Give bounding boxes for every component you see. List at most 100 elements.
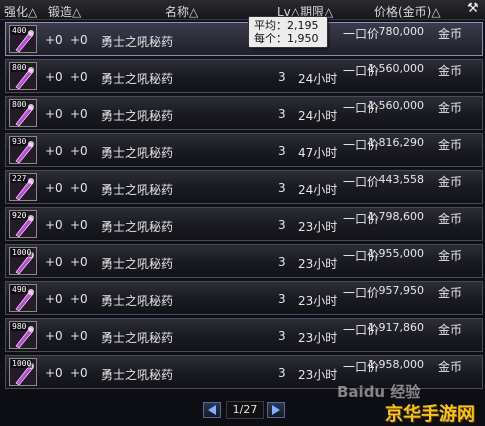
forge-value: +0: [70, 33, 88, 47]
currency-label: 金币: [438, 101, 463, 115]
tooltip-each: 每个：1,950: [254, 32, 319, 45]
currency-label: 金币: [438, 27, 463, 41]
item-count: 227: [11, 174, 28, 183]
auction-row[interactable]: 490 +0 +0 勇士之吼秘药 3 23小时 一口价 957,950 金币: [5, 281, 483, 315]
item-count: 930: [11, 137, 28, 146]
forge-value: +0: [70, 366, 88, 380]
strengthen-value: +0: [45, 144, 63, 158]
item-slot[interactable]: 490: [9, 284, 37, 312]
auction-row[interactable]: 930 +0 +0 勇士之吼秘药 3 47小时 一口价 1,816,290 金币: [5, 133, 483, 167]
forge-value: +0: [70, 70, 88, 84]
level-value: 3: [278, 292, 286, 306]
buyout-label: 一口价: [343, 175, 380, 189]
currency-label: 金币: [438, 286, 463, 300]
duration-value: 24小时: [298, 183, 338, 197]
item-slot[interactable]: 800: [9, 99, 37, 127]
level-value: 3: [278, 255, 286, 269]
next-page-button[interactable]: [267, 402, 285, 418]
site-watermark: 京华手游网: [385, 404, 475, 425]
item-name: 勇士之吼秘药: [101, 72, 174, 86]
duration-value: 23小时: [298, 368, 338, 382]
item-slot[interactable]: 227: [9, 173, 37, 201]
tooltip-average: 平均：2,195: [254, 19, 319, 32]
item-name: 勇士之吼秘药: [101, 368, 174, 382]
item-slot[interactable]: 1000: [9, 247, 37, 275]
auction-row[interactable]: 227 +0 +0 勇士之吼秘药 3 24小时 一口价 443,558 金币: [5, 170, 483, 204]
item-name: 勇士之吼秘药: [101, 331, 174, 345]
item-name: 勇士之吼秘药: [101, 35, 174, 49]
price-value: 1,917,860: [368, 321, 424, 334]
auction-row[interactable]: 400 +0 +0 勇士之吼秘药 一口价 780,000 金币: [5, 22, 483, 56]
currency-label: 金币: [438, 138, 463, 152]
item-slot[interactable]: 920: [9, 210, 37, 238]
price-value: 1,798,600: [368, 210, 424, 223]
currency-label: 金币: [438, 360, 463, 374]
item-count: 1000: [11, 359, 33, 368]
item-name: 勇士之吼秘药: [101, 220, 174, 234]
hammer-icon[interactable]: ⚒: [467, 1, 479, 16]
duration-value: 24小时: [298, 109, 338, 123]
price-value: 1,560,000: [368, 62, 424, 75]
forge-value: +0: [70, 329, 88, 343]
item-slot[interactable]: 800: [9, 62, 37, 90]
price-value: 780,000: [378, 25, 425, 38]
item-count: 980: [11, 322, 28, 331]
triangle-right-icon: [272, 405, 280, 415]
buyout-label: 一口价: [343, 27, 380, 41]
strengthen-value: +0: [45, 255, 63, 269]
item-slot[interactable]: 1000: [9, 358, 37, 386]
triangle-left-icon: [208, 405, 216, 415]
level-value: 3: [278, 144, 286, 158]
forge-value: +0: [70, 292, 88, 306]
item-count: 800: [11, 63, 28, 72]
sort-strengthen-header[interactable]: 强化△: [4, 3, 37, 20]
auction-list: 400 +0 +0 勇士之吼秘药 一口价 780,000 金币 800 +0 +0 勇士之吼秘药 3 2…: [5, 22, 483, 392]
item-count: 400: [11, 26, 28, 35]
price-value: 1,958,000: [368, 358, 424, 371]
sort-name-header[interactable]: 名称△: [165, 3, 198, 20]
price-value: 1,560,000: [368, 99, 424, 112]
prev-page-button[interactable]: [203, 402, 221, 418]
auction-house-window: 强化△ 锻造△ 名称△ Lv△期限△ 价格(金币)△ ⚒ 400 +0 +0 勇士之吼…: [0, 0, 485, 426]
column-header-bar: 强化△ 锻造△ 名称△ Lv△期限△ 价格(金币)△ ⚒: [0, 0, 485, 20]
strengthen-value: +0: [45, 292, 63, 306]
item-count: 920: [11, 211, 28, 220]
item-name: 勇士之吼秘药: [101, 183, 174, 197]
currency-label: 金币: [438, 249, 463, 263]
currency-label: 金币: [438, 323, 463, 337]
level-value: 3: [278, 218, 286, 232]
item-slot[interactable]: 980: [9, 321, 37, 349]
level-value: 3: [278, 107, 286, 121]
buyout-label: 一口价: [343, 286, 380, 300]
forge-value: +0: [70, 181, 88, 195]
item-name: 勇士之吼秘药: [101, 109, 174, 123]
item-count: 490: [11, 285, 28, 294]
item-slot[interactable]: 930: [9, 136, 37, 164]
duration-value: 23小时: [298, 257, 338, 271]
currency-label: 金币: [438, 212, 463, 226]
item-name: 勇士之吼秘药: [101, 294, 174, 308]
price-value: 443,558: [378, 173, 425, 186]
price-value: 957,950: [378, 284, 425, 297]
auction-row[interactable]: 800 +0 +0 勇士之吼秘药 3 24小时 一口价 1,560,000 金币: [5, 96, 483, 130]
sort-forge-header[interactable]: 锻造△: [48, 3, 81, 20]
item-name: 勇士之吼秘药: [101, 146, 174, 160]
auction-row[interactable]: 1000 +0 +0 勇士之吼秘药 3 23小时 一口价 1,955,000 金币: [5, 244, 483, 278]
baidu-watermark: Baidu 经验: [337, 383, 421, 401]
strengthen-value: +0: [45, 107, 63, 121]
auction-row[interactable]: 800 +0 +0 勇士之吼秘药 3 24小时 一口价 1,560,000 金币: [5, 59, 483, 93]
strengthen-value: +0: [45, 218, 63, 232]
level-value: 3: [278, 181, 286, 195]
item-slot[interactable]: 400: [9, 25, 37, 53]
forge-value: +0: [70, 218, 88, 232]
strengthen-value: +0: [45, 181, 63, 195]
strengthen-value: +0: [45, 366, 63, 380]
item-count: 800: [11, 100, 28, 109]
auction-row[interactable]: 980 +0 +0 勇士之吼秘药 3 23小时 一口价 1,917,860 金币: [5, 318, 483, 352]
sort-price-header[interactable]: 价格(金币)△: [374, 3, 441, 20]
currency-label: 金币: [438, 64, 463, 78]
strengthen-value: +0: [45, 70, 63, 84]
page-indicator: 1/27: [226, 401, 264, 419]
duration-value: 23小时: [298, 331, 338, 345]
auction-row[interactable]: 920 +0 +0 勇士之吼秘药 3 23小时 一口价 1,798,600 金币: [5, 207, 483, 241]
